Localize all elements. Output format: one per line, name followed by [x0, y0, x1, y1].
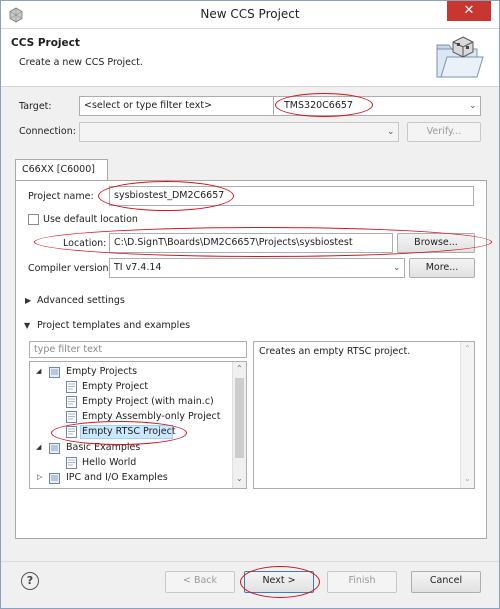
collapse-arrow-icon[interactable]: ◢ — [36, 367, 41, 375]
collapse-arrow-icon[interactable]: ◢ — [36, 443, 41, 451]
close-button[interactable]: ✕ — [447, 1, 491, 21]
template-description-text: Creates an empty RTSC project. — [259, 346, 411, 357]
target-device-select[interactable]: TMS320C6657 — [273, 96, 481, 116]
tree-item-hello-world[interactable]: Hello World — [82, 457, 136, 468]
scroll-up-icon[interactable]: ⌃ — [236, 364, 243, 373]
template-filter-input[interactable]: type filter text — [29, 341, 247, 358]
scroll-down-icon[interactable]: ⌄ — [464, 474, 471, 483]
template-icon — [66, 381, 77, 393]
project-name-label: Project name: — [28, 191, 94, 202]
template-icon — [66, 426, 77, 438]
tree-item-empty-project[interactable]: Empty Project — [82, 381, 148, 392]
target-label: Target: — [19, 101, 52, 112]
location-label: Location: — [63, 238, 107, 249]
next-button[interactable]: Next > — [244, 571, 314, 593]
more-button[interactable]: More... — [409, 258, 475, 278]
scroll-down-icon[interactable]: ⌄ — [236, 474, 243, 483]
template-description-panel: Creates an empty RTSC project. ⌃ ⌄ — [253, 341, 475, 489]
expand-arrow-icon[interactable]: ▶ — [25, 296, 31, 305]
scrollbar-thumb[interactable] — [235, 378, 244, 458]
browse-button[interactable]: Browse... — [397, 233, 475, 253]
description-scrollbar[interactable]: ⌃ ⌄ — [460, 342, 474, 488]
finish-button[interactable]: Finish — [327, 571, 397, 593]
dialog-window: New CCS Project ✕ CCS Project Create a n… — [0, 0, 500, 609]
tree-item-empty-assembly-project[interactable]: Empty Assembly-only Project — [82, 411, 221, 422]
tree-item-empty-rtsc-project[interactable]: Empty RTSC Project — [82, 426, 176, 437]
tree-item-empty-projects[interactable]: Empty Projects — [66, 366, 137, 377]
template-icon — [66, 411, 77, 423]
tree-item-empty-project-main-c[interactable]: Empty Project (with main.c) — [82, 396, 214, 407]
connection-select[interactable] — [79, 122, 399, 142]
template-icon — [66, 457, 77, 469]
template-tree: ◢ Empty Projects Empty Project Empty Pro… — [29, 361, 247, 489]
use-default-location-label: Use default location — [43, 214, 138, 225]
footer-divider — [1, 561, 499, 562]
template-icon — [66, 396, 77, 408]
folder-icon — [49, 473, 60, 484]
chevron-down-icon[interactable]: ⌄ — [387, 127, 395, 137]
cancel-button[interactable]: Cancel — [411, 571, 481, 593]
help-icon[interactable]: ? — [21, 572, 39, 590]
banner-description: Create a new CCS Project. — [19, 57, 143, 68]
project-name-input[interactable]: sysbiostest_DM2C6657 — [109, 186, 474, 206]
use-default-location-checkbox[interactable] — [28, 214, 39, 225]
wizard-banner: CCS Project Create a new CCS Project. — [1, 29, 499, 87]
location-input[interactable]: C:\D.SignT\Boards\DM2C6657\Projects\sysb… — [109, 233, 393, 253]
title-bar: New CCS Project ✕ — [1, 1, 499, 29]
expand-arrow-icon[interactable]: ▷ — [37, 473, 42, 481]
banner-title: CCS Project — [11, 37, 80, 49]
chevron-down-icon[interactable]: ⌄ — [393, 263, 401, 273]
window-title: New CCS Project — [200, 7, 300, 21]
back-button[interactable]: < Back — [165, 571, 235, 593]
tree-scrollbar[interactable]: ⌃ ⌄ — [232, 362, 246, 488]
tab-c66xx[interactable]: C66XX [C6000] — [15, 159, 108, 181]
collapse-arrow-icon[interactable]: ▼ — [24, 321, 30, 330]
chevron-down-icon[interactable]: ⌄ — [469, 101, 477, 111]
tree-item-basic-examples[interactable]: Basic Examples — [66, 442, 140, 453]
new-project-folder-icon — [436, 36, 484, 78]
folder-icon — [49, 443, 60, 454]
templates-section-toggle[interactable]: Project templates and examples — [37, 320, 190, 331]
compiler-version-select[interactable]: TI v7.4.14 — [109, 258, 405, 278]
folder-icon — [49, 367, 60, 378]
tree-item-ipc-io-examples[interactable]: IPC and I/O Examples — [66, 472, 168, 483]
verify-button[interactable]: Verify... — [407, 122, 481, 142]
target-device-value: TMS320C6657 — [284, 100, 353, 111]
advanced-settings-toggle[interactable]: Advanced settings — [37, 295, 125, 306]
target-filter-input[interactable]: <select or type filter text> — [79, 96, 275, 116]
scroll-up-icon[interactable]: ⌃ — [464, 344, 471, 353]
connection-label: Connection: — [19, 126, 76, 137]
compiler-version-label: Compiler version: — [28, 263, 112, 274]
